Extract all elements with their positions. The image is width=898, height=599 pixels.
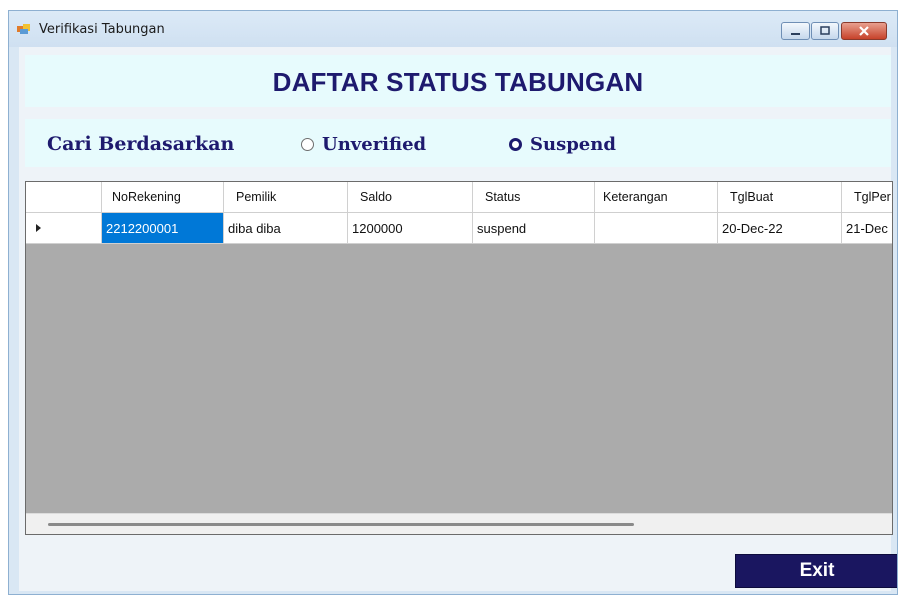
table-cell[interactable]: 2212200001 (102, 213, 224, 244)
table-cell[interactable]: 21-Dec (842, 213, 892, 244)
table-cell[interactable] (595, 213, 718, 244)
current-row-arrow-icon (36, 224, 41, 232)
minimize-button[interactable] (781, 22, 810, 40)
radio-suspend-dot[interactable] (509, 137, 522, 151)
app-icon (17, 24, 30, 34)
search-panel: Cari Berdasarkan Unverified Suspend (25, 119, 891, 167)
close-button[interactable] (841, 22, 887, 40)
radio-suspend[interactable]: Suspend (509, 133, 616, 155)
column-header[interactable]: Saldo (348, 182, 473, 212)
column-header[interactable]: Keterangan (595, 182, 718, 212)
scrollbar-thumb[interactable] (48, 523, 634, 526)
maximize-icon (820, 26, 830, 35)
minimize-icon (791, 33, 800, 35)
table-cell[interactable]: diba diba (224, 213, 348, 244)
header-panel: DAFTAR STATUS TABUNGAN (25, 55, 891, 107)
data-grid[interactable]: NoRekening Pemilik Saldo Status Keterang… (25, 181, 893, 535)
row-header-corner (26, 182, 102, 212)
radio-unverified[interactable]: Unverified (301, 133, 426, 155)
table-cell[interactable]: 20-Dec-22 (718, 213, 842, 244)
grid-header: NoRekening Pemilik Saldo Status Keterang… (26, 182, 892, 213)
column-header[interactable]: TglPer (842, 182, 892, 212)
app-window: Verifikasi Tabungan DAFTAR STATUS TABUNG… (8, 10, 898, 595)
client-area: DAFTAR STATUS TABUNGAN Cari Berdasarkan … (19, 47, 897, 591)
title-bar[interactable]: Verifikasi Tabungan (9, 11, 897, 47)
radio-unverified-dot[interactable] (301, 137, 314, 151)
table-row[interactable]: 2212200001 diba diba 1200000 suspend 20-… (26, 213, 892, 244)
window-title: Verifikasi Tabungan (39, 22, 165, 37)
row-header[interactable] (26, 213, 102, 244)
column-header[interactable]: TglBuat (718, 182, 842, 212)
table-cell[interactable]: suspend (473, 213, 595, 244)
radio-suspend-label[interactable]: Suspend (530, 134, 616, 155)
horizontal-scrollbar[interactable] (26, 513, 892, 534)
page-title: DAFTAR STATUS TABUNGAN (272, 67, 644, 97)
maximize-button[interactable] (811, 22, 839, 40)
column-header[interactable]: Status (473, 182, 595, 212)
column-header[interactable]: Pemilik (224, 182, 348, 212)
close-icon (859, 26, 869, 36)
radio-unverified-label[interactable]: Unverified (322, 134, 426, 155)
search-label: Cari Berdasarkan (47, 133, 235, 155)
table-cell[interactable]: 1200000 (348, 213, 473, 244)
column-header[interactable]: NoRekening (102, 182, 224, 212)
exit-button[interactable]: Exit (735, 554, 897, 588)
